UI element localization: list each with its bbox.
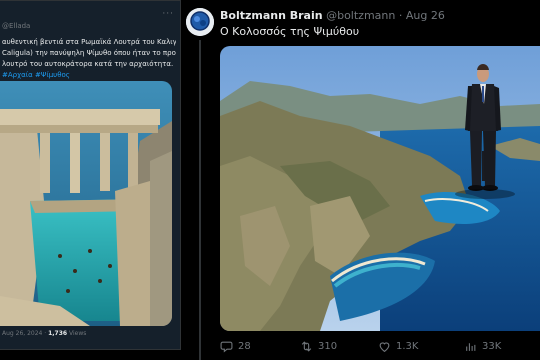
views-button[interactable]: 33K: [464, 337, 501, 355]
reply-button[interactable]: 28: [220, 337, 251, 355]
reply-icon: [220, 341, 233, 353]
left-tweet-date: Aug 26, 2024: [2, 330, 43, 337]
avatar-image: [186, 8, 214, 36]
tweet-actions: 28 310 1.3K 33K: [220, 337, 538, 355]
left-tweet-hashtags[interactable]: #Αρχαία #Ψίμυθος: [2, 70, 176, 81]
left-tweet-line: λουτρό του αυτοκράτορα κατά την αρχαιότη…: [2, 60, 174, 68]
separator-dot: ·: [398, 9, 403, 22]
retweet-button[interactable]: 310: [300, 337, 337, 355]
left-tweet-card[interactable]: @Ellada ··· αυθεντική βεντιά στα Ρωμαϊκά…: [0, 0, 181, 350]
left-tweet-line: Caligula) την πανύψηλη Ψίμυθο όπου ήταν …: [2, 49, 176, 57]
left-tweet-handle[interactable]: @Ellada: [2, 22, 30, 30]
left-tweet-views-count: 1,736: [48, 330, 68, 337]
tweet-date[interactable]: Aug 26: [406, 9, 445, 22]
left-tweet-image[interactable]: [0, 81, 172, 326]
views-icon: [466, 342, 476, 351]
avatar-icon[interactable]: [186, 8, 214, 36]
retweet-count: 310: [318, 340, 338, 352]
like-icon: [379, 341, 390, 352]
left-tweet-views-label: Views: [68, 330, 87, 337]
left-tweet-text: αυθεντική βεντιά στα Ρωμαϊκά Λουτρά του …: [2, 37, 176, 81]
giant-over-coastline-image: [220, 46, 540, 331]
author-handle[interactable]: @boltzmann: [326, 9, 395, 22]
like-button[interactable]: 1.3K: [378, 337, 418, 355]
thread-line: [199, 40, 201, 360]
tweet-image[interactable]: [220, 46, 540, 331]
author-name[interactable]: Boltzmann Brain: [220, 9, 323, 22]
reply-count: 28: [238, 340, 251, 352]
retweet-icon: [301, 340, 312, 352]
tweet-header: Boltzmann Brain @boltzmann · Aug 26: [220, 9, 445, 22]
left-tweet-meta: Aug 26, 2024 · 1,736 Views: [2, 330, 87, 337]
tweet-text: Ο Κολοσσός της Ψιμύθου: [220, 25, 360, 38]
ancient-bath-ruins-image: [0, 81, 172, 326]
more-icon[interactable]: ···: [162, 9, 174, 19]
left-tweet-line: αυθεντική βεντιά στα Ρωμαϊκά Λουτρά του …: [2, 38, 176, 46]
views-count: 33K: [482, 340, 502, 352]
left-tweet-header: @Ellada ···: [2, 9, 174, 30]
like-count: 1.3K: [396, 340, 419, 352]
